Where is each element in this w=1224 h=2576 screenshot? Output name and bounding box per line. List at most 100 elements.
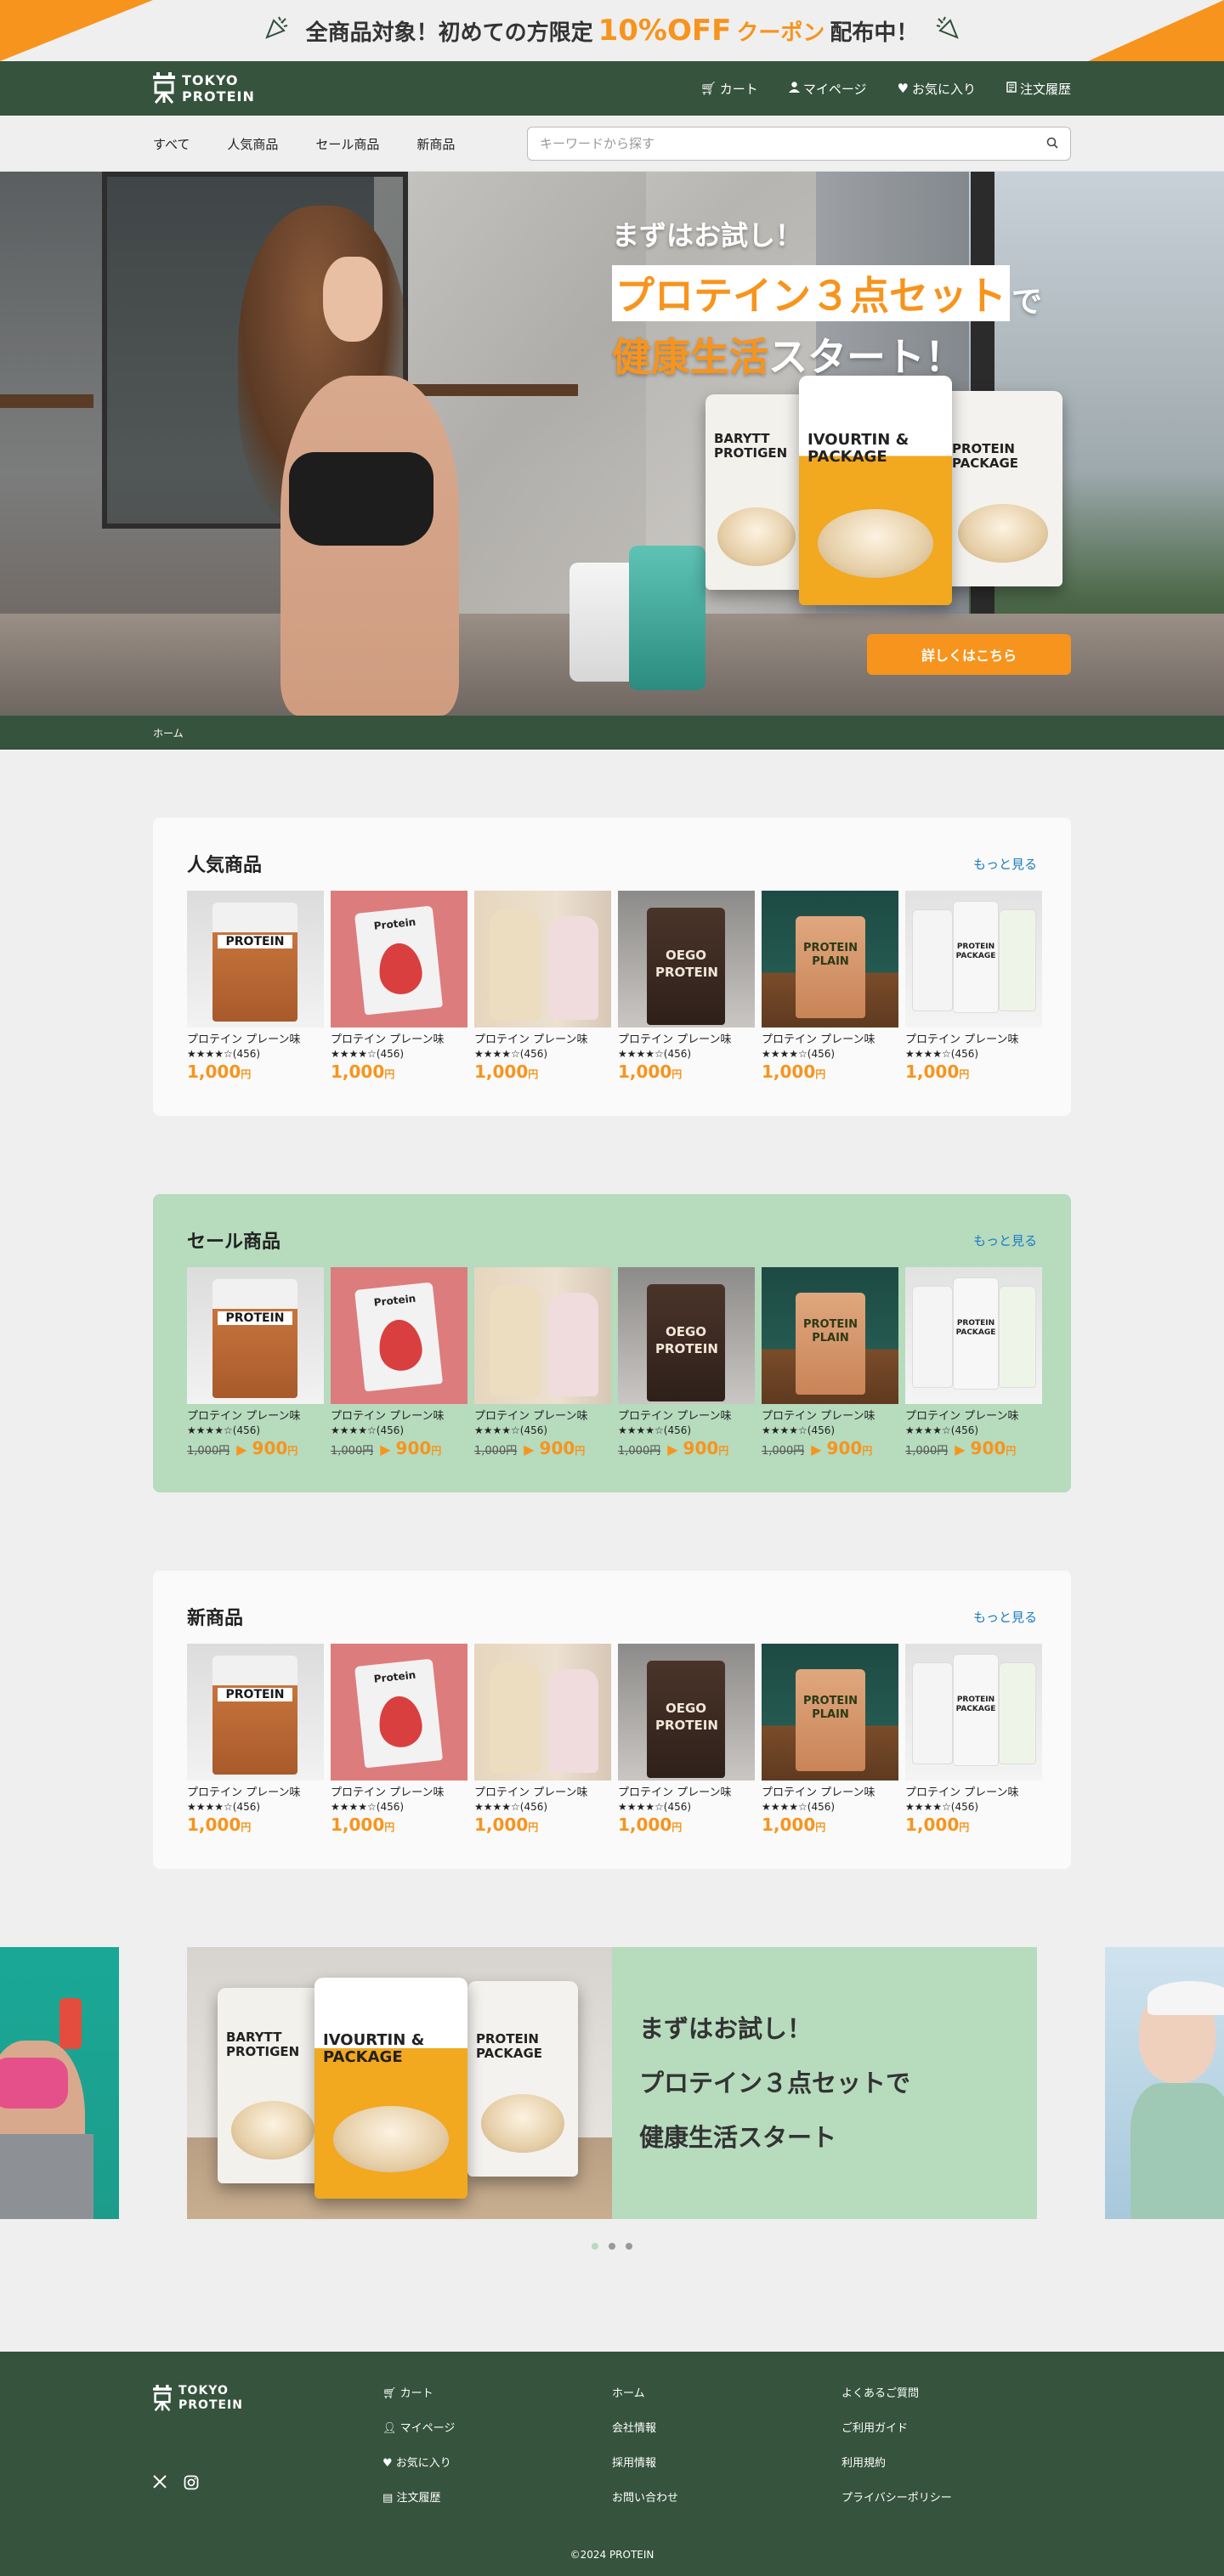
promo-banner[interactable]: 全商品対象！初めての方限定 10%OFF クーポン 配布中！ [0, 0, 1224, 61]
nav-mypage[interactable]: マイページ [788, 80, 867, 98]
product-image[interactable]: PROTEIN PLAIN [762, 1644, 898, 1781]
carousel-dot-3[interactable] [626, 2243, 632, 2250]
product-card[interactable]: PROTEIN PLAIN プロテイン プレーン味 ★★★★☆(456) 1,000円 [762, 1644, 898, 1835]
product-card[interactable]: Protein プロテイン プレーン味 ★★★★☆(456) 1,000円 ▶ 900円 [331, 1267, 468, 1458]
category-all[interactable]: すべて [153, 135, 190, 153]
product-image[interactable]: PROTEIN [187, 1267, 324, 1404]
product-image[interactable]: OEGO PROTEIN [618, 1267, 755, 1404]
footer-logo-line1: TOKYO [178, 2384, 229, 2398]
footer-link-mypage[interactable]: 👤︎ マイページ [382, 2419, 612, 2435]
carousel-prev-slide[interactable] [0, 1947, 119, 2219]
site-logo[interactable]: TOKYO PROTEIN [153, 72, 255, 105]
product-image[interactable]: PROTEIN PLAIN [762, 1267, 898, 1404]
product-card[interactable]: PROTEIN PACKAGE プロテイン プレーン味 ★★★★☆(456) 1,00… [905, 1267, 1042, 1458]
x-twitter-icon[interactable] [153, 2475, 167, 2494]
product-name[interactable]: プロテイン プレーン味 [618, 1783, 755, 1799]
category-popular[interactable]: 人気商品 [227, 135, 278, 153]
sale-more-link[interactable]: もっと見る [973, 1231, 1037, 1249]
instagram-icon[interactable] [184, 2475, 199, 2494]
product-name[interactable]: プロテイン プレーン味 [187, 1407, 324, 1423]
product-name[interactable]: プロテイン プレーン味 [187, 1030, 324, 1046]
product-name[interactable]: プロテイン プレーン味 [762, 1783, 898, 1799]
product-image[interactable]: PROTEIN PACKAGE [905, 1644, 1042, 1781]
product-bag [999, 1662, 1036, 1764]
search-icon[interactable] [1046, 136, 1058, 152]
footer-link-guide[interactable]: ご利用ガイド [842, 2419, 1071, 2435]
nav-orders[interactable]: 注文履歴 [1006, 80, 1071, 98]
product-card[interactable]: OEGO PROTEIN プロテイン プレーン味 ★★★★☆(456) 1,000円 [618, 1644, 755, 1835]
product-image[interactable]: PROTEIN PACKAGE [905, 891, 1042, 1028]
carousel-next-slide[interactable] [1105, 1947, 1224, 2219]
footer-link-orders[interactable]: ▤ 注文履歴 [382, 2488, 612, 2505]
product-image[interactable]: Protein [331, 1644, 468, 1781]
footer-link-terms[interactable]: 利用規約 [842, 2454, 1071, 2470]
category-sale[interactable]: セール商品 [315, 135, 379, 153]
carousel-current-slide[interactable]: BARYTT PROTIGEN PROTEIN PACKAGE IVOURTIN… [187, 1947, 1037, 2219]
product-name[interactable]: プロテイン プレーン味 [331, 1030, 468, 1046]
product-card[interactable]: Protein プロテイン プレーン味 ★★★★☆(456) 1,000円 [331, 1644, 468, 1835]
popular-more-link[interactable]: もっと見る [973, 855, 1037, 873]
product-image[interactable]: PROTEIN PLAIN [762, 891, 898, 1028]
product-image[interactable]: PROTEIN [187, 1644, 324, 1781]
product-card[interactable]: PROTEIN プロテイン プレーン味 ★★★★☆(456) 1,000円 [187, 1644, 324, 1835]
product-image[interactable]: PROTEIN [187, 891, 324, 1028]
product-image[interactable]: OEGO PROTEIN [618, 891, 755, 1028]
review-count: (456) [376, 1048, 405, 1060]
product-image[interactable]: OEGO PROTEIN [618, 1644, 755, 1781]
product-card[interactable]: OEGO PROTEIN プロテイン プレーン味 ★★★★☆(456) 1,000円 [618, 891, 755, 1082]
hero-details-button[interactable]: 詳しくはこちら [867, 634, 1071, 675]
footer-link-faq[interactable]: よくあるご質問 [842, 2384, 1071, 2400]
sale-section: セール商品 もっと見る PROTEIN プロテイン プレーン味 ★★★★☆(456)… [0, 1116, 1224, 1492]
product-card[interactable]: PROTEIN プロテイン プレーン味 ★★★★☆(456) 1,000円 ▶ 900円 [187, 1267, 324, 1458]
product-name[interactable]: プロテイン プレーン味 [905, 1407, 1042, 1423]
carousel-dot-1[interactable] [592, 2243, 598, 2250]
category-new[interactable]: 新商品 [416, 135, 455, 153]
product-image[interactable] [474, 1644, 611, 1781]
footer-link-company[interactable]: 会社情報 [612, 2419, 842, 2435]
carousel-dot-2[interactable] [609, 2243, 615, 2250]
product-bag [912, 909, 953, 1011]
product-name[interactable]: プロテイン プレーン味 [905, 1030, 1042, 1046]
breadcrumb-home[interactable]: ホーム [153, 726, 184, 740]
product-name[interactable]: プロテイン プレーン味 [331, 1783, 468, 1799]
product-image[interactable]: Protein [331, 891, 468, 1028]
product-image[interactable]: Protein [331, 1267, 468, 1404]
footer-link-cart[interactable]: 🛒︎ カート [382, 2384, 612, 2400]
promo-carousel[interactable]: BARYTT PROTIGEN PROTEIN PACKAGE IVOURTIN… [0, 1947, 1224, 2219]
footer-link-home[interactable]: ホーム [612, 2384, 842, 2400]
footer-link-contact[interactable]: お問い合わせ [612, 2488, 842, 2505]
product-name[interactable]: プロテイン プレーン味 [762, 1407, 898, 1423]
new-more-link[interactable]: もっと見る [973, 1608, 1037, 1626]
product-card[interactable]: PROTEIN PACKAGE プロテイン プレーン味 ★★★★☆(456) 1,00… [905, 891, 1042, 1082]
product-name[interactable]: プロテイン プレーン味 [618, 1407, 755, 1423]
footer-link-favorites[interactable]: ♥ お気に入り [382, 2454, 612, 2470]
product-card[interactable]: PROTEIN プロテイン プレーン味 ★★★★☆(456) 1,000円 [187, 891, 324, 1082]
product-card[interactable]: プロテイン プレーン味 ★★★★☆(456) 1,000円 ▶ 900円 [474, 1267, 611, 1458]
product-name[interactable]: プロテイン プレーン味 [331, 1407, 468, 1423]
product-name[interactable]: プロテイン プレーン味 [618, 1030, 755, 1046]
product-card[interactable]: PROTEIN PLAIN プロテイン プレーン味 ★★★★☆(456) 1,000円 [762, 891, 898, 1082]
product-card[interactable]: プロテイン プレーン味 ★★★★☆(456) 1,000円 [474, 1644, 611, 1835]
nav-cart[interactable]: 🛒︎ カート [700, 80, 758, 98]
product-image[interactable] [474, 891, 611, 1028]
footer-logo[interactable]: TOKYO PROTEIN [153, 2384, 382, 2413]
footer-link-privacy[interactable]: プライバシーポリシー [842, 2488, 1071, 2505]
product-card[interactable]: プロテイン プレーン味 ★★★★☆(456) 1,000円 [474, 891, 611, 1082]
nav-favorites[interactable]: ♥ お気に入り [898, 80, 976, 98]
product-name[interactable]: プロテイン プレーン味 [474, 1783, 611, 1799]
product-name[interactable]: プロテイン プレーン味 [474, 1407, 611, 1423]
product-image[interactable]: PROTEIN PACKAGE [905, 1267, 1042, 1404]
footer-link-careers[interactable]: 採用情報 [612, 2454, 842, 2470]
product-card[interactable]: PROTEIN PACKAGE プロテイン プレーン味 ★★★★☆(456) 1,00… [905, 1644, 1042, 1835]
product-name[interactable]: プロテイン プレーン味 [474, 1030, 611, 1046]
product-card[interactable]: OEGO PROTEIN プロテイン プレーン味 ★★★★☆(456) 1,000円 ▶… [618, 1267, 755, 1458]
product-name[interactable]: プロテイン プレーン味 [905, 1783, 1042, 1799]
product-card[interactable]: Protein プロテイン プレーン味 ★★★★☆(456) 1,000円 [331, 891, 468, 1082]
product-name[interactable]: プロテイン プレーン味 [762, 1030, 898, 1046]
product-image[interactable] [474, 1267, 611, 1404]
product-name[interactable]: プロテイン プレーン味 [187, 1783, 324, 1799]
product-bag: Protein [354, 1282, 444, 1392]
search-input[interactable] [540, 136, 1046, 151]
hero-banner[interactable]: BARYTT PROTIGEN PROTEIN PACKAGE IVOURTIN… [0, 172, 1224, 716]
product-card[interactable]: PROTEIN PLAIN プロテイン プレーン味 ★★★★☆(456) 1,000円… [762, 1267, 898, 1458]
